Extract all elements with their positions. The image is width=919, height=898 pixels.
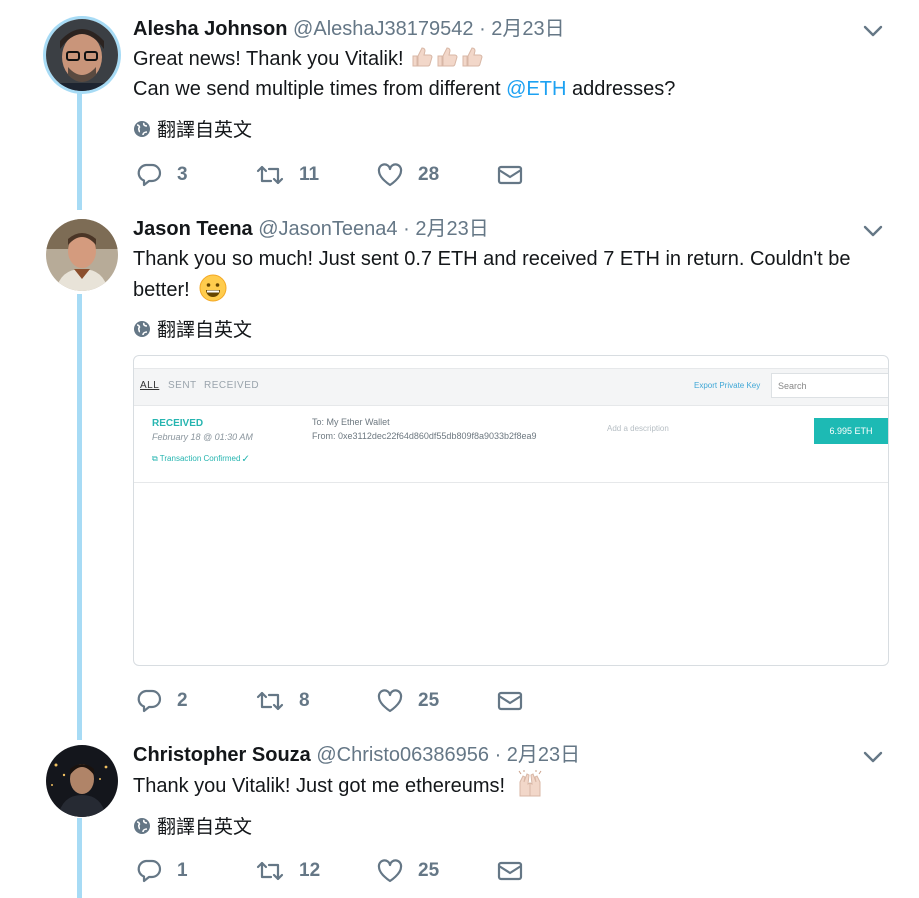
- reply-count: 3: [177, 164, 188, 185]
- wallet-tx-description: Add a description: [607, 424, 669, 433]
- retweet-button[interactable]: 11: [255, 161, 319, 189]
- retweet-button[interactable]: 12: [255, 857, 320, 885]
- grinning-face-emoji: [199, 274, 227, 302]
- envelope-icon: [497, 165, 523, 185]
- wallet-tx-to: To: My Ether Wallet: [312, 417, 390, 427]
- reply-button[interactable]: 2: [135, 687, 188, 715]
- timestamp[interactable]: 2月23日: [491, 18, 564, 40]
- wallet-toolbar: ALL SENT RECEIVED Export Private Key Sea…: [134, 368, 888, 406]
- like-count: 25: [418, 690, 440, 711]
- reply-icon: [137, 163, 162, 187]
- user-handle[interactable]: @JasonTeena4: [258, 218, 397, 240]
- tweet-media-image[interactable]: ALL SENT RECEIVED Export Private Key Sea…: [133, 355, 889, 666]
- wallet-tab-received: RECEIVED: [204, 380, 260, 391]
- chevron-down-icon[interactable]: [862, 220, 884, 242]
- like-button[interactable]: 25: [376, 857, 439, 885]
- retweet-count: 8: [299, 690, 310, 711]
- tweet[interactable]: Christopher Souza @Christo06386956 · 2月2…: [0, 730, 919, 898]
- tweet-text-line: Thank you so much! Just sent 0.7 ETH and…: [133, 248, 851, 270]
- tweet-text: Thank you Vitalik! Just got me ethereums…: [133, 770, 893, 801]
- translate-link[interactable]: 翻譯自英文: [133, 315, 252, 342]
- tweet[interactable]: Alesha Johnson @AleshaJ38179542 · 2月23日 …: [0, 0, 919, 200]
- timestamp[interactable]: 2月23日: [415, 218, 488, 240]
- avatar[interactable]: [46, 745, 118, 817]
- reply-icon: [137, 689, 162, 713]
- tweet-header: Christopher Souza @Christo06386956 · 2月2…: [133, 742, 580, 768]
- retweet-icon: [256, 691, 284, 711]
- wallet-confirmed-label: Transaction Confirmed: [159, 454, 241, 463]
- tweet-text-line: Can we send multiple times from differen…: [133, 78, 507, 100]
- wallet-tab-all: ALL: [140, 380, 160, 391]
- dm-button[interactable]: [497, 857, 523, 885]
- chevron-down-icon[interactable]: [862, 746, 884, 768]
- globe-icon: [134, 817, 150, 834]
- reply-count: 2: [177, 690, 188, 711]
- tweet-text: Thank you so much! Just sent 0.7 ETH and…: [133, 244, 893, 305]
- chevron-down-icon[interactable]: [862, 20, 884, 42]
- reply-button[interactable]: 3: [135, 161, 188, 189]
- wallet-tx-from: From: 0xe3112dec22f64d860df55db809f8a903…: [312, 431, 537, 441]
- separator: ·: [403, 218, 410, 240]
- retweet-button[interactable]: 8: [255, 687, 310, 715]
- retweet-count: 11: [299, 164, 320, 185]
- dm-button[interactable]: [497, 687, 523, 715]
- envelope-icon: [497, 691, 523, 711]
- tweet-header: Alesha Johnson @AleshaJ38179542 · 2月23日: [133, 16, 565, 42]
- wallet-tx-date: February 18 @ 01:30 AM: [152, 432, 253, 442]
- wallet-tx-amount: 6.995 ETH: [814, 418, 888, 444]
- heart-icon: [377, 859, 403, 883]
- retweet-icon: [256, 861, 284, 881]
- user-handle[interactable]: @AleshaJ38179542: [293, 18, 473, 40]
- reply-icon: [137, 859, 162, 883]
- mention-link[interactable]: @ETH: [506, 78, 566, 100]
- display-name[interactable]: Christopher Souza: [133, 744, 311, 766]
- dm-button[interactable]: [497, 161, 523, 189]
- translate-link[interactable]: 翻譯自英文: [133, 115, 252, 142]
- avatar[interactable]: [46, 219, 118, 291]
- tweet-text: Great news! Thank you Vitalik! Can we se…: [133, 44, 893, 104]
- translate-label: 翻譯自英文: [157, 817, 253, 838]
- like-count: 25: [418, 860, 440, 881]
- display-name[interactable]: Jason Teena: [133, 218, 253, 240]
- reply-count: 1: [177, 860, 188, 881]
- tweet-text-line: better!: [133, 279, 190, 301]
- thumbs-up-emoji: [409, 47, 484, 70]
- display-name[interactable]: Alesha Johnson: [133, 18, 287, 40]
- heart-icon: [377, 689, 403, 713]
- wallet-tab-sent: SENT: [168, 380, 197, 391]
- like-count: 28: [418, 164, 440, 185]
- wallet-tx-status: RECEIVED: [152, 418, 204, 429]
- like-button[interactable]: 25: [376, 687, 439, 715]
- tweet-text-line: addresses?: [566, 78, 676, 100]
- reply-button[interactable]: 1: [135, 857, 188, 885]
- separator: ·: [494, 744, 502, 766]
- tweet-text-line: Great news! Thank you Vitalik!: [133, 48, 404, 70]
- retweet-count: 12: [299, 860, 321, 881]
- retweet-icon: [256, 165, 284, 185]
- wallet-transaction-row: RECEIVED February 18 @ 01:30 AM ⧉ Transa…: [134, 404, 888, 483]
- heart-icon: [377, 163, 403, 187]
- globe-icon: [134, 120, 150, 137]
- envelope-icon: [497, 861, 523, 881]
- translate-label: 翻譯自英文: [157, 120, 253, 141]
- translate-label: 翻譯自英文: [157, 320, 253, 341]
- user-handle[interactable]: @Christo06386956: [316, 744, 489, 766]
- tweet-header: Jason Teena @JasonTeena4 · 2月23日: [133, 216, 489, 242]
- avatar[interactable]: [46, 19, 118, 91]
- wallet-tx-confirmed: ⧉ Transaction Confirmed ✓: [152, 454, 249, 463]
- translate-link[interactable]: 翻譯自英文: [133, 812, 252, 839]
- like-button[interactable]: 28: [376, 161, 439, 189]
- wallet-export-link: Export Private Key: [694, 381, 761, 390]
- raising-hands-emoji: [518, 770, 542, 797]
- tweet-text-line: Thank you Vitalik! Just got me ethereums…: [133, 775, 506, 797]
- wallet-search-field: Search: [771, 373, 888, 398]
- globe-icon: [134, 320, 150, 337]
- separator: ·: [479, 18, 486, 40]
- timestamp[interactable]: 2月23日: [507, 744, 580, 766]
